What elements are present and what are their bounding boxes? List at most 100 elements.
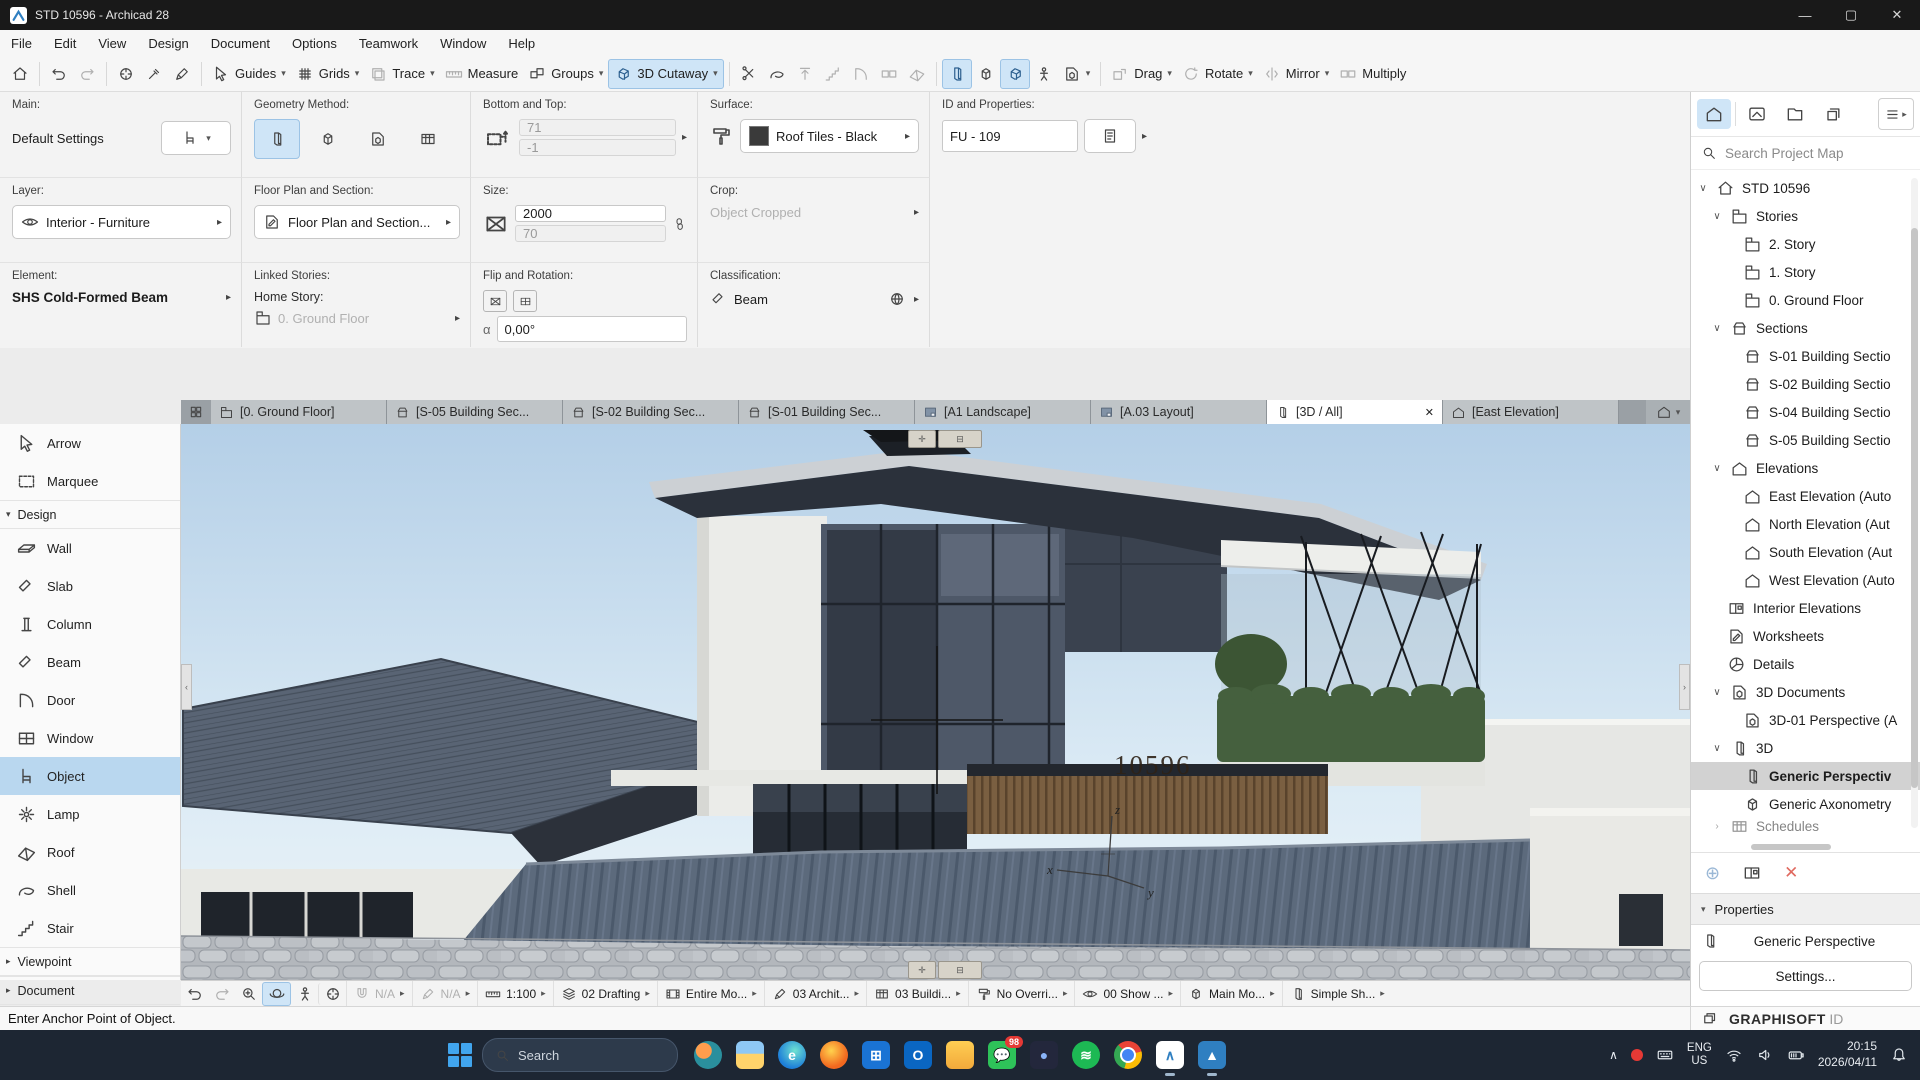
snap-na-segment[interactable]: N/A▸	[346, 981, 412, 1006]
tool-shell[interactable]: Shell	[0, 871, 180, 909]
menu-edit[interactable]: Edit	[43, 36, 87, 51]
taskbar-app-koi[interactable]	[694, 1041, 722, 1069]
properties-header[interactable]: ▾ Properties	[1691, 893, 1920, 925]
geometry-method-2-button[interactable]	[306, 120, 350, 158]
start-button[interactable]	[448, 1043, 472, 1067]
design-option-segment[interactable]: Main Mo...▸	[1180, 981, 1282, 1006]
walk-mode-icon[interactable]	[291, 983, 318, 1005]
adjust-button[interactable]	[763, 60, 791, 88]
groups-button[interactable]: Groups▾	[523, 60, 608, 88]
toolbox-group-document[interactable]: ▸Document	[0, 976, 180, 1005]
tab-s02-section[interactable]: [S-02 Building Sec...	[563, 400, 739, 424]
size-height-field[interactable]: 70	[515, 225, 666, 242]
orbit-icon[interactable]	[262, 982, 291, 1006]
tree-scrollbar[interactable]	[1911, 178, 1918, 828]
tree-item-3d-documents[interactable]: ∨3D Documents	[1691, 678, 1920, 706]
taskbar-app-folder[interactable]	[946, 1041, 974, 1069]
graphisoft-id-bar[interactable]: GRAPHISOFT ID	[1690, 1006, 1920, 1030]
fillet-button[interactable]	[847, 60, 875, 88]
mirror-button[interactable]: Mirror▾	[1258, 60, 1334, 88]
taskbar-app-spotify[interactable]: ≋	[1072, 1041, 1100, 1069]
rotate-button[interactable]: Rotate▾	[1177, 60, 1258, 88]
taskbar-app-photos[interactable]: ▲	[1198, 1041, 1226, 1069]
taskbar-app-outlook[interactable]: O	[904, 1041, 932, 1069]
notification-bell-icon[interactable]	[1890, 1046, 1908, 1064]
clock[interactable]: 20:152026/04/11	[1818, 1039, 1877, 1070]
tool-door[interactable]: Door	[0, 681, 180, 719]
taskbar-search[interactable]: Search	[482, 1038, 678, 1072]
tray-keyboard-icon[interactable]	[1656, 1046, 1674, 1064]
pen-set-segment[interactable]: 03 Archit...▸	[764, 981, 866, 1006]
speaker-icon[interactable]	[1756, 1046, 1774, 1064]
rotation-angle-field[interactable]: 0,00°	[497, 316, 687, 342]
element-id-field[interactable]: FU - 109	[942, 120, 1078, 152]
taskbar-app-archicad[interactable]: ∧	[1156, 1041, 1184, 1069]
tab-navigator-popup-button[interactable]: ▾	[1646, 400, 1690, 424]
walkthrough-button[interactable]	[1030, 60, 1058, 88]
menu-file[interactable]: File	[0, 36, 43, 51]
tray-red-icon[interactable]	[1631, 1049, 1643, 1061]
3d-style-button[interactable]: ▾	[1058, 60, 1096, 88]
tree-item-east-elevation[interactable]: East Elevation (Auto	[1691, 482, 1920, 510]
element-id-button[interactable]	[112, 60, 140, 88]
toolbox-group-design[interactable]: ▾Design	[0, 500, 180, 529]
tree-item-generic-perspective[interactable]: Generic Perspectiv	[1691, 762, 1920, 790]
taskbar-app-dark[interactable]: ●	[1030, 1041, 1058, 1069]
guides-button[interactable]: Guides▾	[207, 60, 291, 88]
tool-lamp[interactable]: Lamp	[0, 795, 180, 833]
menu-design[interactable]: Design	[137, 36, 199, 51]
tree-item-3d01-perspective[interactable]: 3D-01 Perspective (A	[1691, 706, 1920, 734]
minimize-icon[interactable]: —	[1782, 0, 1828, 30]
tree-item-south-elevation[interactable]: South Elevation (Aut	[1691, 538, 1920, 566]
taskbar-app-edge[interactable]: e	[778, 1041, 806, 1069]
split-button[interactable]	[735, 60, 763, 88]
inject-parameters-button[interactable]	[168, 60, 196, 88]
geometry-method-4-button[interactable]	[406, 120, 450, 158]
tab-ground-floor[interactable]: [0. Ground Floor]	[211, 400, 387, 424]
menu-view[interactable]: View	[87, 36, 137, 51]
element-expand[interactable]: ▸	[226, 292, 231, 303]
taskbar-app-chrome[interactable]	[1114, 1041, 1142, 1069]
scale-segment[interactable]: 1:100▸	[477, 981, 553, 1006]
redo-button[interactable]	[73, 60, 101, 88]
language-indicator[interactable]: ENGUS	[1687, 1042, 1712, 1068]
close-icon[interactable]: ✕	[1874, 0, 1920, 30]
menu-document[interactable]: Document	[200, 36, 281, 51]
battery-icon[interactable]	[1787, 1046, 1805, 1064]
tab-a1-landscape[interactable]: [A1 Landscape]	[915, 400, 1091, 424]
show-selection-3d-button[interactable]	[942, 59, 972, 89]
forward-icon[interactable]	[208, 983, 235, 1005]
top-offset-field[interactable]: 71	[519, 119, 676, 136]
crop-expand[interactable]: ▸	[914, 207, 919, 218]
properties-button[interactable]	[1084, 119, 1136, 153]
tree-item-north-elevation[interactable]: North Elevation (Aut	[1691, 510, 1920, 538]
undo-button[interactable]	[45, 60, 73, 88]
elevate-button[interactable]	[791, 60, 819, 88]
tool-arrow[interactable]: Arrow	[0, 424, 180, 462]
wifi-icon[interactable]	[1725, 1046, 1743, 1064]
navigator-search[interactable]: Search Project Map	[1691, 137, 1920, 170]
tree-item-s01[interactable]: S-01 Building Sectio	[1691, 342, 1920, 370]
tool-roof[interactable]: Roof	[0, 833, 180, 871]
tab-close-icon[interactable]: ✕	[1425, 406, 1434, 419]
tool-wall[interactable]: Wall	[0, 529, 180, 567]
grids-button[interactable]: Grids▾	[291, 60, 365, 88]
trim-button[interactable]	[819, 60, 847, 88]
tree-item-generic-axonometry[interactable]: Generic Axonometry	[1691, 790, 1920, 818]
cutaway-handle-move-bottom[interactable]: ✛	[908, 961, 936, 979]
delete-icon[interactable]: ✕	[1784, 863, 1798, 883]
linked-expand[interactable]: ▸	[455, 313, 460, 324]
drag-button[interactable]: Drag▾	[1106, 60, 1177, 88]
view-map-icon[interactable]	[1740, 99, 1774, 129]
window-restore-icon[interactable]	[1701, 1010, 1719, 1028]
tool-beam[interactable]: Beam	[0, 643, 180, 681]
tree-item-story-0[interactable]: 0. Ground Floor	[1691, 286, 1920, 314]
toolbox-group-viewpoint[interactable]: ▸Viewpoint	[0, 947, 180, 976]
geometry-method-1-button[interactable]	[254, 119, 300, 159]
zoom-in-icon[interactable]	[235, 983, 262, 1005]
home-button[interactable]	[6, 60, 34, 88]
back-icon[interactable]	[181, 983, 208, 1005]
menu-options[interactable]: Options	[281, 36, 348, 51]
tab-east-elevation[interactable]: [East Elevation]	[1443, 400, 1619, 424]
model-view-segment[interactable]: 03 Buildi...▸	[866, 981, 968, 1006]
